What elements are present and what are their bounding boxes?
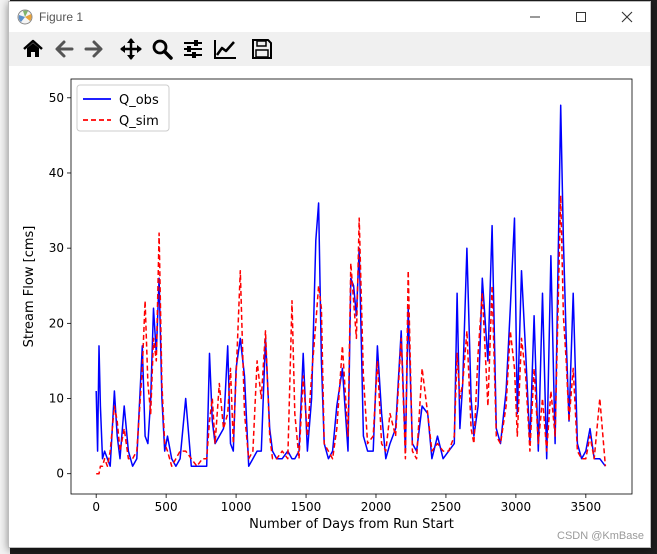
y-axis-label: Stream Flow [cms]: [22, 226, 37, 348]
title-bar[interactable]: Figure 1: [9, 2, 650, 32]
x-tick-label: 2000: [361, 500, 392, 514]
home-button[interactable]: [20, 36, 46, 62]
matplotlib-app-icon: [17, 9, 33, 25]
subplots-config-icon: [184, 40, 202, 58]
zoom-icon: [152, 39, 173, 60]
x-tick-label: 3000: [501, 500, 532, 514]
figure-canvas[interactable]: 0 500 1000 1500 2000 2500 3000 3500 0 10 20 30 40 50 N…: [9, 66, 650, 547]
x-tick-label: 2500: [431, 500, 462, 514]
close-icon: [621, 11, 633, 23]
maximize-icon: [576, 12, 586, 22]
legend-label: Q_sim: [119, 114, 159, 129]
y-tick-label: 0: [56, 467, 64, 481]
zoom-button[interactable]: [149, 36, 175, 62]
x-tick-label: 1500: [291, 500, 322, 514]
save-icon: [252, 39, 272, 59]
watermark: CSDN @KmBase: [557, 530, 644, 542]
edit-axis-icon: [214, 40, 236, 59]
x-tick-label: 1000: [221, 500, 252, 514]
forward-arrow-icon: [84, 40, 103, 58]
x-tick-label: 3500: [571, 500, 602, 514]
back-arrow-icon: [55, 40, 74, 58]
stream-flow-chart[interactable]: 0 500 1000 1500 2000 2500 3000 3500 0 10 20 30 40 50 N…: [9, 66, 650, 547]
close-button[interactable]: [604, 2, 650, 32]
pan-icon: [120, 38, 142, 60]
home-icon: [23, 39, 43, 57]
navigation-toolbar: [9, 32, 650, 66]
figure-window: Figure 1 0 500 1000 1500 2000 2500 3000 …: [8, 1, 651, 548]
minimize-icon: [530, 16, 540, 18]
forward-button[interactable]: [81, 36, 107, 62]
pan-button[interactable]: [118, 36, 144, 62]
back-button[interactable]: [51, 36, 77, 62]
x-tick-label: 0: [92, 500, 100, 514]
minimize-button[interactable]: [512, 2, 558, 32]
y-tick-label: 40: [49, 166, 64, 180]
legend-label: Q_obs: [119, 93, 159, 108]
y-tick-label: 10: [49, 392, 64, 406]
y-tick-label: 20: [49, 316, 64, 330]
edit-axis-button[interactable]: [212, 36, 238, 62]
x-tick-label: 500: [155, 500, 178, 514]
x-axis-label: Number of Days from Run Start: [249, 517, 454, 532]
save-button[interactable]: [249, 36, 275, 62]
subplots-config-button[interactable]: [180, 36, 206, 62]
maximize-button[interactable]: [558, 2, 604, 32]
y-tick-label: 50: [49, 91, 64, 105]
window-title: Figure 1: [39, 10, 84, 24]
y-tick-label: 30: [49, 241, 64, 255]
series-line-q-obs: [95, 104, 607, 467]
